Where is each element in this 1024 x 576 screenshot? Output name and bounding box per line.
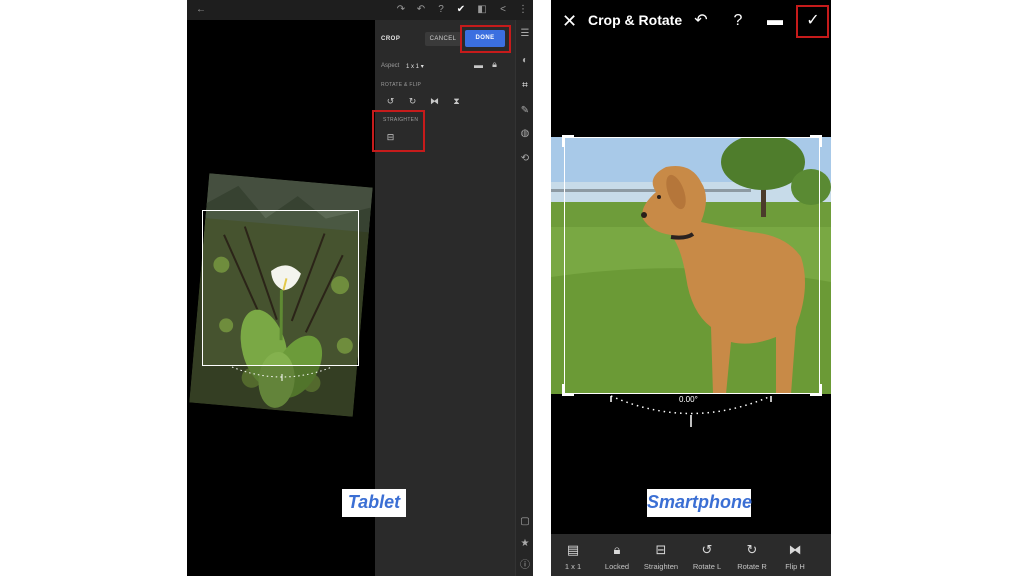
phone-crop-frame[interactable] [564,137,820,394]
flip-vertical-icon[interactable]: ⧗ [451,96,462,107]
history-icon[interactable]: ⟲ [519,153,531,165]
tablet-caption: Tablet [342,489,406,517]
tool-label: Rotate L [692,562,722,571]
page-title: Crop & Rotate [588,12,683,28]
info-icon[interactable]: ⓘ [519,560,531,572]
straighten-icon: ⊟ [655,542,667,557]
smartphone-caption: Smartphone [647,489,752,517]
crop-handle-bottom-right[interactable] [810,384,822,396]
edit-sliders-icon[interactable]: ☰ [519,28,531,40]
phone-top-bar: ✕ Crop & Rotate ↶ ? ▬ ✓ [551,0,831,44]
rotate-flip-label: ROTATE & FLIP [381,82,422,88]
crop-handle-bottom-left[interactable] [562,384,574,396]
more-icon[interactable]: ⋮ [517,4,529,16]
flip-horizontal-icon: ⧓ [788,542,802,557]
close-icon[interactable]: ✕ [562,10,578,32]
tool-lock-button[interactable]: 🔒︎ Locked [595,542,639,571]
confirm-highlight-box [796,5,829,38]
aspect-select[interactable]: 1 x 1 ▾ [406,63,424,70]
tool-label: Rotate R [737,562,767,571]
presets-icon[interactable]: ◐ [519,55,531,67]
flip-horizontal-icon[interactable]: ⧓ [429,96,440,107]
tool-flip-h-button[interactable]: ⧓ Flip H [773,542,817,571]
tool-aspect-button[interactable]: ▤ 1 x 1 [551,542,595,571]
help-icon[interactable]: ? [728,11,748,31]
tool-label: 1 x 1 [564,562,582,571]
redo-icon[interactable]: ↷ [395,4,407,16]
rotate-right-icon[interactable]: ↻ [407,96,418,107]
check-circle-icon[interactable]: ✔ [455,4,467,16]
tablet-top-bar: ← ↷ ↶ ? ✔ ◧ < ⋮ [187,0,533,20]
aspect-icon: ▤ [566,542,580,557]
tool-label: Locked [604,562,630,571]
undo-icon[interactable]: ↶ [691,11,711,31]
smartphone-screen: ✕ Crop & Rotate ↶ ? ▬ ✓ 0.00° Smartphone… [551,0,831,576]
tablet-tool-rail: ☰ ◐ ⌗ ✎ ◍ ⟲ ▢ ★ ⓘ [515,20,533,576]
tablet-crop-frame[interactable] [202,210,359,366]
comment-icon[interactable]: ▢ [519,516,531,528]
star-icon[interactable]: ★ [519,538,531,550]
help-icon[interactable]: ? [435,4,447,16]
healing-brush-icon[interactable]: ✎ [519,105,531,117]
tablet-screen: ← ↷ ↶ ? ✔ ◧ < ⋮ CROP CANCEL DONE Aspect … [187,0,533,576]
crop-tool-icon[interactable]: ⌗ [519,80,531,92]
crop-handle-top-left[interactable] [562,135,574,147]
lock-icon: 🔒︎ [613,542,621,557]
tool-straighten-button[interactable]: ⊟ Straighten [639,542,683,571]
tool-rotate-left-button[interactable]: ↺ Rotate L [685,542,729,571]
tool-label: Flip H [785,562,805,571]
crop-panel-title: CROP [381,36,401,42]
chevron-down-icon: ▾ [420,64,424,70]
rotate-left-icon: ↺ [701,542,713,557]
phone-crop-toolbar: ▤ 1 x 1 🔒︎ Locked ⊟ Straighten ↺ Rotate … [551,534,831,576]
cancel-button[interactable]: CANCEL [425,32,461,46]
aspect-orientation-icon[interactable]: ▬ [473,60,484,71]
masking-icon[interactable]: ◍ [519,128,531,140]
aspect-value: 1 x 1 [406,64,420,70]
undo-icon[interactable]: ↶ [415,4,427,16]
lock-icon[interactable]: 🔒︎ [489,59,500,70]
comparison-figure: ← ↷ ↶ ? ✔ ◧ < ⋮ CROP CANCEL DONE Aspect … [0,0,1024,576]
straighten-highlight-box [372,110,425,152]
rotate-left-icon[interactable]: ↺ [385,96,396,107]
crop-handle-top-right[interactable] [810,135,822,147]
share-icon[interactable]: < [497,4,509,16]
aspect-label: Aspect [381,63,400,69]
rotate-right-icon: ↻ [746,542,758,557]
tool-label: Straighten [643,562,679,571]
done-highlight-box [460,25,511,53]
tablet-straighten-dial[interactable] [227,365,337,385]
compare-icon[interactable]: ◧ [476,4,488,16]
tool-rotate-right-button[interactable]: ↻ Rotate R [730,542,774,571]
back-arrow-icon[interactable]: ← [195,4,207,16]
phone-straighten-dial[interactable] [606,393,776,433]
aspect-orientation-icon[interactable]: ▬ [765,11,785,31]
